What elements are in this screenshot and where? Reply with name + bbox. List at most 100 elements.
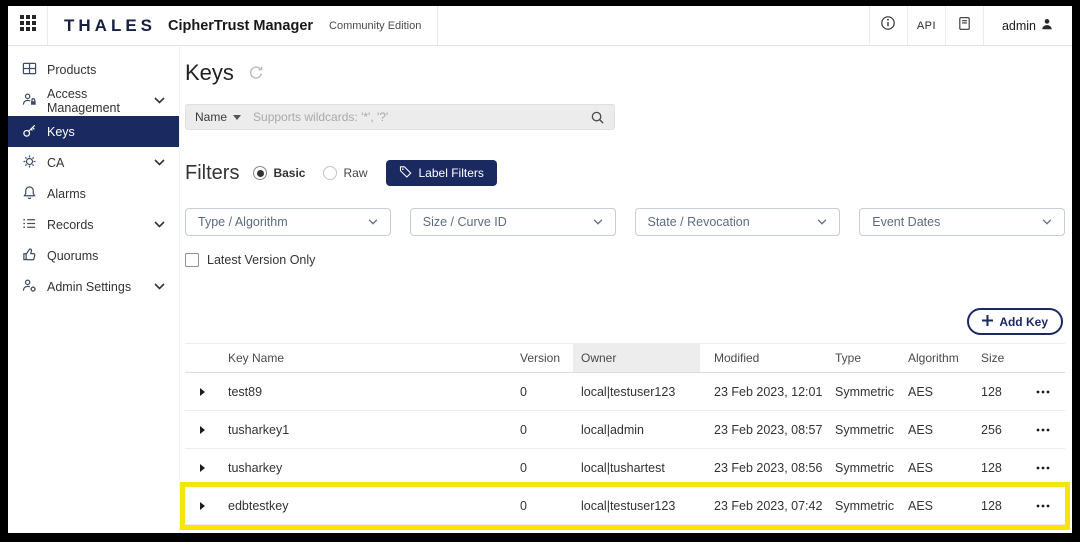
- list-icon: [22, 216, 37, 234]
- row-actions-menu[interactable]: [1032, 386, 1054, 398]
- sidebar-item-admin-settings[interactable]: Admin Settings: [8, 271, 179, 302]
- cell-owner: local|admin: [573, 411, 700, 448]
- thales-logo: THALES: [64, 16, 156, 36]
- row-expander-icon[interactable]: [200, 426, 205, 434]
- search-field-selector[interactable]: Name: [195, 110, 253, 124]
- radio-raw-control[interactable]: [323, 166, 337, 180]
- cell-version: 0: [505, 487, 573, 524]
- row-actions-menu[interactable]: [1032, 500, 1054, 512]
- sidebar-item-label: Access Management: [47, 87, 144, 115]
- cell-modified: 23 Feb 2023, 12:01: [700, 373, 825, 410]
- search-icon[interactable]: [590, 110, 605, 125]
- cell-modified: 23 Feb 2023, 07:42: [700, 487, 825, 524]
- chevron-down-icon: [817, 219, 827, 225]
- api-link[interactable]: API: [907, 6, 945, 45]
- latest-version-checkbox[interactable]: [185, 253, 199, 267]
- product-name: CipherTrust Manager: [168, 18, 313, 34]
- app-switcher-button[interactable]: [8, 6, 48, 45]
- info-button[interactable]: [869, 6, 907, 45]
- table-row-tusharkey[interactable]: tusharkey 0 local|tushartest 23 Feb 2023…: [185, 449, 1065, 487]
- column-header-modified[interactable]: Modified: [700, 344, 825, 372]
- sidebar-item-quorums[interactable]: Quorums: [8, 240, 179, 271]
- column-header-key-name[interactable]: Key Name: [213, 344, 505, 372]
- cell-algorithm: AES: [900, 411, 965, 448]
- sidebar-item-label: Admin Settings: [47, 280, 131, 294]
- table-row-test89[interactable]: test89 0 local|testuser123 23 Feb 2023, …: [185, 373, 1065, 411]
- user-menu[interactable]: admin: [983, 6, 1072, 45]
- filter-event-dates[interactable]: Event Dates: [859, 208, 1065, 236]
- column-header-version[interactable]: Version: [505, 344, 573, 372]
- cell-algorithm: AES: [900, 487, 965, 524]
- cell-type: Symmetric: [825, 487, 900, 524]
- row-expander-icon[interactable]: [200, 388, 205, 396]
- cell-size: 128: [965, 487, 1020, 524]
- brand-area: THALES CipherTrust Manager Community Edi…: [48, 6, 438, 45]
- username-label: admin: [1002, 19, 1036, 33]
- row-expander-icon[interactable]: [200, 464, 205, 472]
- sidebar-item-label: Quorums: [47, 249, 98, 263]
- radio-raw[interactable]: Raw: [323, 166, 367, 180]
- cell-type: Symmetric: [825, 411, 900, 448]
- cell-algorithm: AES: [900, 373, 965, 410]
- latest-version-row: Latest Version Only: [185, 252, 1065, 268]
- row-actions-menu[interactable]: [1032, 424, 1054, 436]
- cell-modified: 23 Feb 2023, 08:56: [700, 449, 825, 486]
- add-key-button[interactable]: Add Key: [967, 308, 1063, 335]
- bell-icon: [22, 185, 37, 203]
- filter-dropdowns: Type / Algorithm Size / Curve ID State /…: [185, 208, 1065, 236]
- sidebar-item-records[interactable]: Records: [8, 209, 179, 240]
- latest-version-label: Latest Version Only: [207, 253, 315, 267]
- radio-basic-control[interactable]: [253, 166, 267, 180]
- cell-algorithm: AES: [900, 449, 965, 486]
- row-actions-menu[interactable]: [1032, 462, 1054, 474]
- sidebar-item-ca[interactable]: CA: [8, 147, 179, 178]
- key-icon: [22, 123, 37, 141]
- cell-modified: 23 Feb 2023, 08:57: [700, 411, 825, 448]
- table-header-row: Key Name Version Owner Modified Type Alg…: [185, 343, 1065, 373]
- sidebar-item-alarms[interactable]: Alarms: [8, 178, 179, 209]
- tag-icon: [399, 165, 412, 181]
- row-expander-icon[interactable]: [200, 502, 205, 510]
- sidebar-item-keys[interactable]: Keys: [8, 116, 179, 147]
- docs-button[interactable]: [945, 6, 983, 45]
- chevron-down-icon: [593, 219, 603, 225]
- column-header-size[interactable]: Size: [965, 344, 1020, 372]
- table-row-edbtestkey-highlighted[interactable]: edbtestkey 0 local|testuser123 23 Feb 20…: [185, 487, 1065, 525]
- filter-state-revocation[interactable]: State / Revocation: [635, 208, 841, 236]
- expander-column-header: [185, 344, 213, 372]
- search-input[interactable]: [253, 110, 590, 124]
- dropdown-label: State / Revocation: [648, 215, 750, 229]
- filter-type-algorithm[interactable]: Type / Algorithm: [185, 208, 391, 236]
- edition-label: Community Edition: [329, 20, 421, 32]
- cell-owner: local|testuser123: [573, 373, 700, 410]
- body-row: Products Access Management Keys CA Alarm…: [8, 46, 1072, 533]
- column-header-type[interactable]: Type: [825, 344, 900, 372]
- radio-raw-label: Raw: [343, 166, 367, 180]
- sidebar-item-label: Records: [47, 218, 94, 232]
- cell-type: Symmetric: [825, 373, 900, 410]
- user-icon: [1040, 17, 1054, 34]
- sidebar-item-label: CA: [47, 156, 64, 170]
- sidebar-item-label: Products: [47, 63, 96, 77]
- cell-size: 256: [965, 411, 1020, 448]
- chevron-down-icon: [154, 97, 165, 104]
- refresh-button[interactable]: [248, 65, 264, 81]
- keys-table: Key Name Version Owner Modified Type Alg…: [185, 343, 1065, 525]
- table-row-tusharkey1[interactable]: tusharkey1 0 local|admin 23 Feb 2023, 08…: [185, 411, 1065, 449]
- book-icon: [957, 16, 972, 36]
- caret-down-icon: [233, 115, 241, 120]
- filter-size-curve-id[interactable]: Size / Curve ID: [410, 208, 616, 236]
- column-header-algorithm[interactable]: Algorithm: [900, 344, 965, 372]
- admin-settings-icon: [22, 278, 37, 296]
- cell-key-name: edbtestkey: [213, 487, 505, 524]
- thumbs-up-icon: [22, 247, 37, 265]
- radio-basic[interactable]: Basic: [253, 166, 305, 180]
- chevron-down-icon: [154, 283, 165, 290]
- column-header-owner[interactable]: Owner: [573, 344, 700, 372]
- sidebar-item-products[interactable]: Products: [8, 54, 179, 85]
- label-filters-button[interactable]: Label Filters: [386, 160, 497, 186]
- sidebar: Products Access Management Keys CA Alarm…: [8, 46, 180, 533]
- products-icon: [22, 61, 37, 79]
- sidebar-item-access-management[interactable]: Access Management: [8, 85, 179, 116]
- cell-type: Symmetric: [825, 449, 900, 486]
